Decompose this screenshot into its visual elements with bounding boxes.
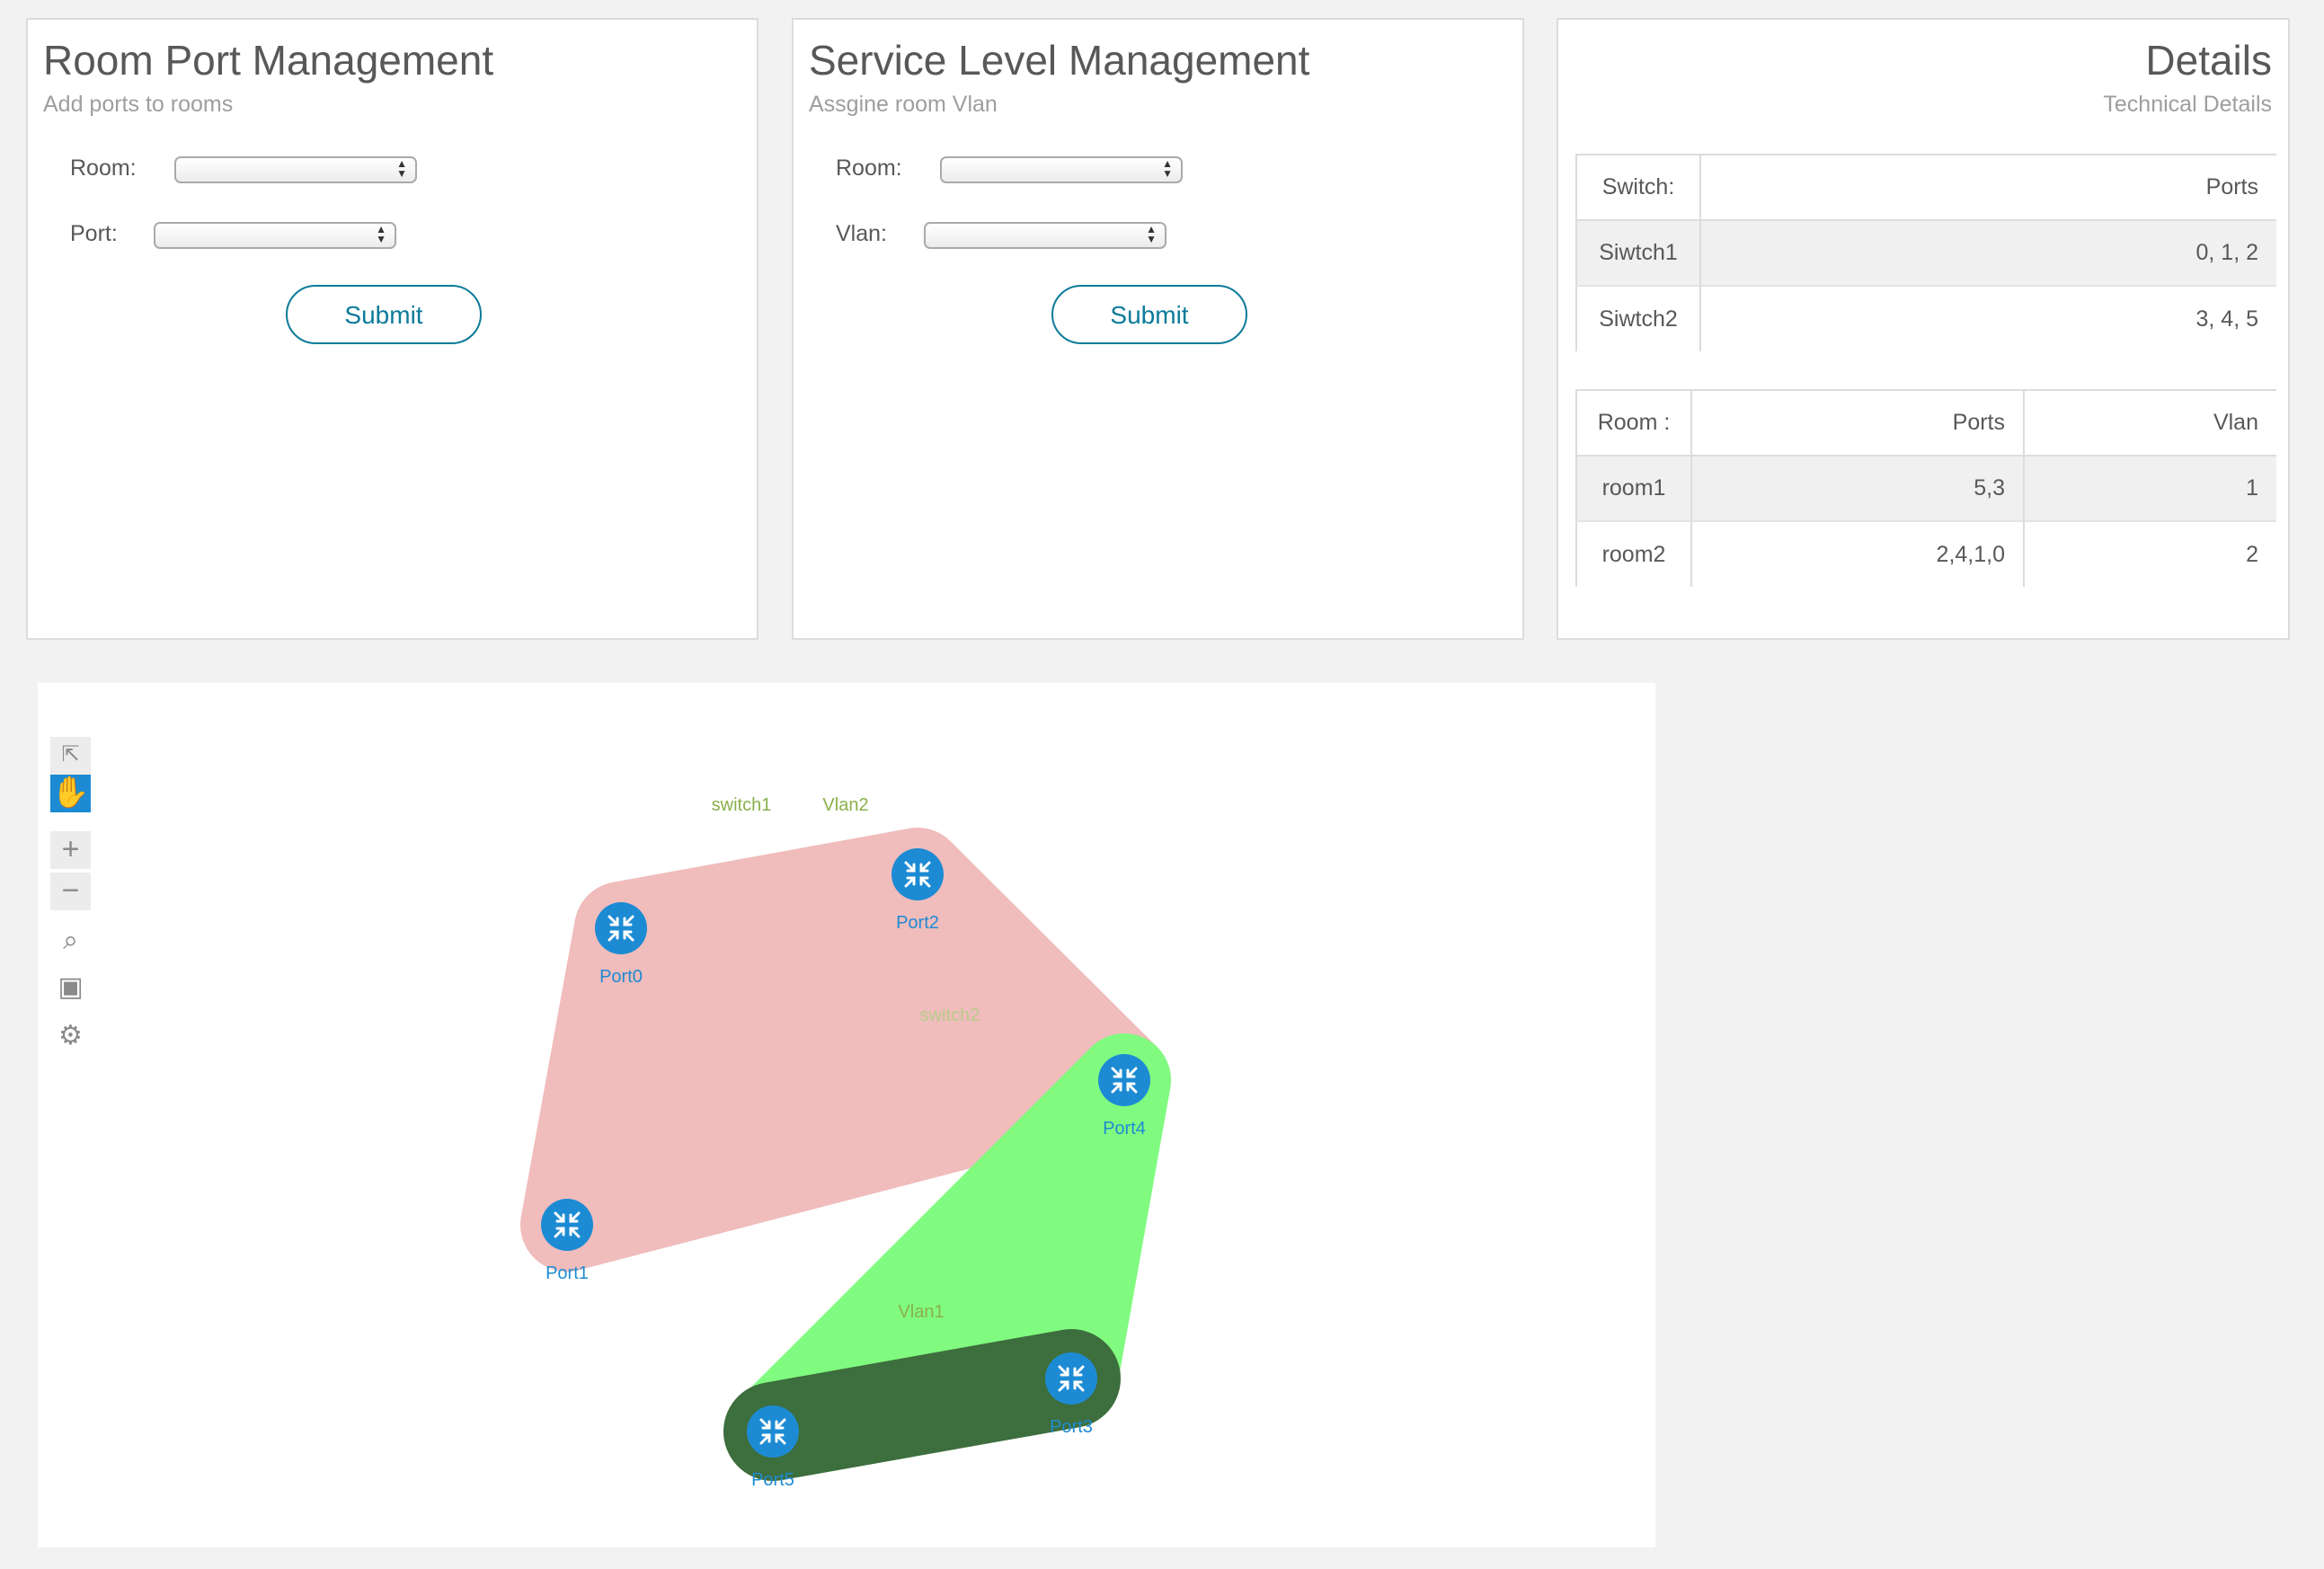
room-label: Room: [70,155,137,181]
select-arrows-icon: ▲ ▼ [1146,223,1157,245]
switch-arrows-icon [1045,1352,1097,1405]
table-header-row: Switch: Ports [1576,154,2276,221]
panel-subtitle: Assgine room Vlan [809,92,998,117]
table-cell: Siwtch2 [1576,285,1700,351]
vlan-label: Vlan: [836,221,887,246]
table-cell: 1 [2023,456,2276,521]
panel-title: Service Level Management [809,37,1310,84]
port-select[interactable]: ▲ ▼ [154,222,396,249]
node-label: Port4 [1103,1119,1146,1139]
column-header: Ports [1699,154,2276,221]
topology-node[interactable]: Port3 [1045,1352,1097,1437]
room-ports-vlan-table: Room : Ports Vlan room1 5,3 1 room2 2,4,… [1575,389,2276,587]
panel-title: Details [2145,37,2272,84]
select-arrows-icon: ▲ ▼ [396,157,407,180]
table-cell: room2 [1576,520,1691,587]
group-label: switch1 [712,795,772,815]
table-cell: 2,4,1,0 [1690,520,2024,587]
table-cell: 3, 4, 5 [1699,285,2276,351]
table-row: room1 5,3 1 [1576,456,2276,521]
switch-arrows-icon [1098,1054,1150,1106]
topology-graph[interactable]: switch1 Vlan2 switch2 Vlan1 Port0 Port1 Port2 P… [38,683,1655,1547]
column-header: Ports [1690,389,2024,457]
table-row: room2 2,4,1,0 2 [1576,520,2276,587]
group-label: switch2 [920,1006,980,1025]
table-cell: Siwtch1 [1576,220,1700,286]
node-label: Port1 [546,1263,589,1283]
table-cell: 5,3 [1690,456,2024,521]
service-level-management-panel: Service Level Management Assgine room Vl… [792,18,1524,640]
panel-title: Room Port Management [43,37,494,84]
panel-subtitle: Technical Details [2103,92,2272,117]
table-cell: 0, 1, 2 [1699,220,2276,286]
node-label: Port5 [751,1470,794,1490]
column-header: Switch: [1576,154,1700,221]
details-panel: Details Technical Details Switch: Ports … [1557,18,2290,640]
topology-node[interactable]: Port1 [541,1199,593,1283]
table-header-row: Room : Ports Vlan [1576,389,2276,457]
select-arrows-icon: ▲ ▼ [376,223,386,245]
table-cell: 2 [2023,520,2276,587]
topology-node[interactable]: Port0 [595,902,647,987]
table-row: Siwtch1 0, 1, 2 [1576,220,2276,286]
submit-button[interactable]: Submit [286,285,482,344]
port-label: Port: [70,221,118,246]
submit-button[interactable]: Submit [1051,285,1247,344]
room-port-management-panel: Room Port Management Add ports to rooms … [26,18,758,640]
select-arrows-icon: ▲ ▼ [1162,157,1173,180]
table-row: Siwtch2 3, 4, 5 [1576,285,2276,351]
room-select[interactable]: ▲ ▼ [940,156,1183,183]
switch-arrows-icon [595,902,647,954]
node-label: Port3 [1050,1417,1093,1437]
panel-subtitle: Add ports to rooms [43,92,234,117]
switch-arrows-icon [891,848,944,900]
switch-arrows-icon [747,1405,799,1458]
topology-node[interactable]: Port4 [1098,1054,1150,1139]
column-header: Vlan [2023,389,2276,457]
vlan-select[interactable]: ▲ ▼ [924,222,1166,249]
topology-node[interactable]: Port2 [891,848,944,933]
column-header: Room : [1576,389,1691,457]
group-label: Vlan2 [822,795,868,815]
table-cell: room1 [1576,456,1691,521]
topology-node[interactable]: Port5 [747,1405,799,1490]
switch-arrows-icon [541,1199,593,1251]
node-label: Port0 [599,967,643,987]
group-hull-room[interactable] [723,1329,1121,1481]
topology-canvas[interactable]: ⇱ ✋ + − ⌕ ▣ ⚙ switch1 Vlan2 switch2 Vlan1 Po… [38,683,1655,1547]
node-label: Port2 [896,913,939,933]
group-label: Vlan1 [898,1302,944,1322]
switch-ports-table: Switch: Ports Siwtch1 0, 1, 2 Siwtch2 3,… [1575,154,2276,351]
room-label: Room: [836,155,902,181]
room-select[interactable]: ▲ ▼ [174,156,417,183]
